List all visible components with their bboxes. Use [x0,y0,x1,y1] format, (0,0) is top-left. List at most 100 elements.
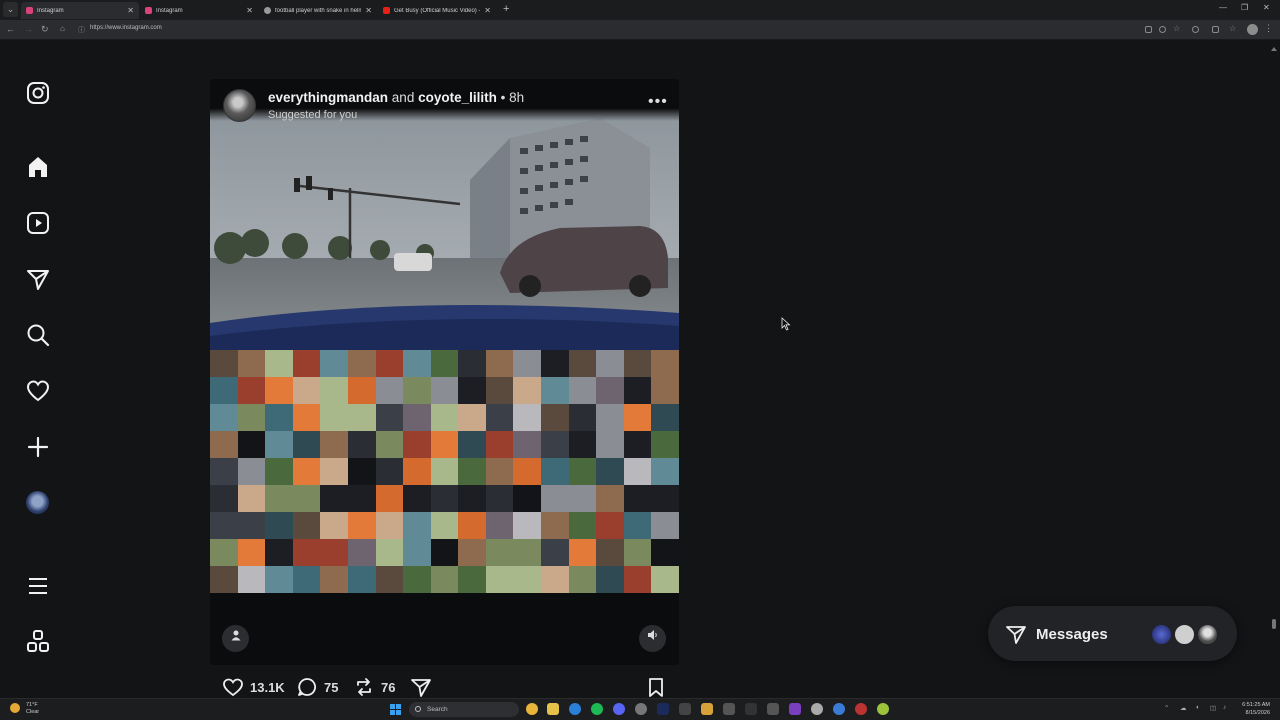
mosaic-cell [458,566,486,593]
collections-icon[interactable]: ☆ [1229,24,1236,33]
browser-tab-football-search[interactable]: football player with snake in helm... ✕ [259,2,377,19]
media-app-icon[interactable] [745,703,757,715]
home-button-icon[interactable]: ⌂ [60,24,65,33]
post-video-pixelated-region[interactable] [210,350,679,593]
browser-profile-avatar[interactable] [1247,24,1258,35]
mosaic-cell [403,404,431,431]
file-explorer-icon[interactable] [547,703,559,715]
mic-tray-icon[interactable]: ◐ [1196,704,1200,711]
browser-tab-instagram-2[interactable]: Instagram ✕ [140,2,258,19]
tray-overflow-icon[interactable]: ⌃ [1164,704,1169,712]
wifi-tray-icon[interactable]: ◫ [1210,704,1216,712]
mosaic-cell [237,566,266,593]
extensions-icon[interactable] [1212,26,1219,33]
like-count[interactable]: 13.1K [250,680,285,695]
mosaic-cell [596,458,624,485]
mosaic-cell [320,350,348,377]
taskbar-search[interactable]: Search [409,702,519,717]
direct-messages-icon[interactable] [24,265,52,293]
edge-app-icon[interactable] [569,703,581,715]
favorite-star-icon[interactable]: ☆ [1173,24,1180,33]
instagram-logo-icon[interactable] [24,79,52,107]
tagged-users-icon[interactable] [222,625,249,652]
browser-app-icon[interactable] [833,703,845,715]
browser-tab-youtube[interactable]: Get Busy (Official Music Video) - Yo... … [378,2,496,19]
calculator-app-icon[interactable] [723,703,735,715]
windows-start-icon[interactable] [390,704,401,715]
like-action[interactable]: 13.1K [222,677,285,697]
volume-tray-icon[interactable]: ♪ [1223,704,1226,711]
mosaic-cell [458,458,486,485]
network-tray-icon[interactable]: ☁ [1180,704,1187,712]
home-icon[interactable] [24,153,52,181]
share-send-icon[interactable] [410,676,432,698]
scroll-up-icon[interactable] [1271,47,1277,51]
mosaic-cell [458,485,486,512]
repost-action[interactable]: 76 [353,677,395,697]
close-tab-icon[interactable]: ✕ [484,6,491,15]
post-separator: • [500,90,506,105]
browser-menu-icon[interactable]: ⋮ [1264,23,1273,34]
bookmark-icon[interactable] [645,676,667,698]
comment-action[interactable]: 75 [296,677,338,697]
browser-tab-instagram-1[interactable]: Instagram ✕ [21,2,139,19]
messages-drawer-button[interactable]: Messages [988,606,1237,661]
page-scrollbar[interactable] [1268,41,1280,695]
spotify-app-icon[interactable] [591,703,603,715]
discord-app-icon[interactable] [613,703,625,715]
terminal-app-icon[interactable] [679,703,691,715]
comment-icon[interactable] [296,676,318,698]
post-collaborator-username[interactable]: coyote_lilith [418,90,497,105]
post-options-icon[interactable]: ••• [648,93,668,111]
recorder-app-icon[interactable] [855,703,867,715]
tab-actions-menu-button[interactable]: ⌄ [3,2,18,17]
photoshop-app-icon[interactable] [657,703,669,715]
more-menu-icon[interactable] [24,572,52,600]
notifications-heart-icon[interactable] [24,377,52,405]
create-plus-icon[interactable] [24,433,52,461]
obs-app-icon[interactable] [789,703,801,715]
comment-count[interactable]: 75 [324,680,338,695]
back-icon[interactable]: ← [6,24,15,34]
zoom-icon[interactable] [1159,26,1166,33]
close-tab-icon[interactable]: ✕ [246,6,253,15]
save-action[interactable] [645,677,667,697]
share-action[interactable] [410,677,432,697]
reload-icon[interactable]: ↻ [41,24,49,35]
taskbar-clock[interactable]: 6:51:25 AM 8/15/2026 [1236,701,1270,717]
notes-app-icon[interactable] [701,703,713,715]
close-tab-icon[interactable]: ✕ [127,6,134,15]
mosaic-cell [403,350,431,377]
repost-count[interactable]: 76 [381,680,395,695]
site-info-icon[interactable]: ⓘ [78,25,85,35]
settings-app-icon[interactable] [811,703,823,715]
reels-icon[interactable] [24,209,52,237]
new-tab-button[interactable]: + [503,3,509,15]
video-editor-app-icon[interactable] [767,703,779,715]
audio-volume-icon[interactable] [639,625,666,652]
profile-avatar[interactable] [26,491,49,514]
misc-app-icon[interactable] [877,703,889,715]
close-window-icon[interactable]: ✕ [1263,3,1270,12]
refresh-extension-icon[interactable] [1192,26,1199,33]
restore-window-icon[interactable]: ❐ [1241,3,1248,12]
also-from-meta-icon[interactable] [24,628,52,656]
chrome-app-icon[interactable] [526,703,538,715]
post-video-street-scene[interactable] [210,108,679,351]
repost-icon[interactable] [353,676,375,698]
scrollbar-thumb[interactable] [1272,619,1276,629]
chrome-alt-app-icon[interactable] [635,703,647,715]
forward-icon[interactable]: → [24,24,33,34]
post-header: everythingmandan and coyote_lilith • 8h … [210,79,679,122]
mosaic-cell [513,485,542,512]
mosaic-cell [541,404,569,431]
weather-widget[interactable]: 71°F Clear [10,702,39,716]
url-field[interactable]: https://www.instagram.com [90,25,162,31]
like-heart-icon[interactable] [222,676,244,698]
install-app-icon[interactable] [1145,26,1152,33]
post-author-username[interactable]: everythingmandan [268,90,388,105]
post-author-avatar[interactable] [223,89,256,122]
search-icon[interactable] [24,321,52,349]
minimize-window-icon[interactable]: — [1219,3,1227,12]
close-tab-icon[interactable]: ✕ [365,6,372,15]
